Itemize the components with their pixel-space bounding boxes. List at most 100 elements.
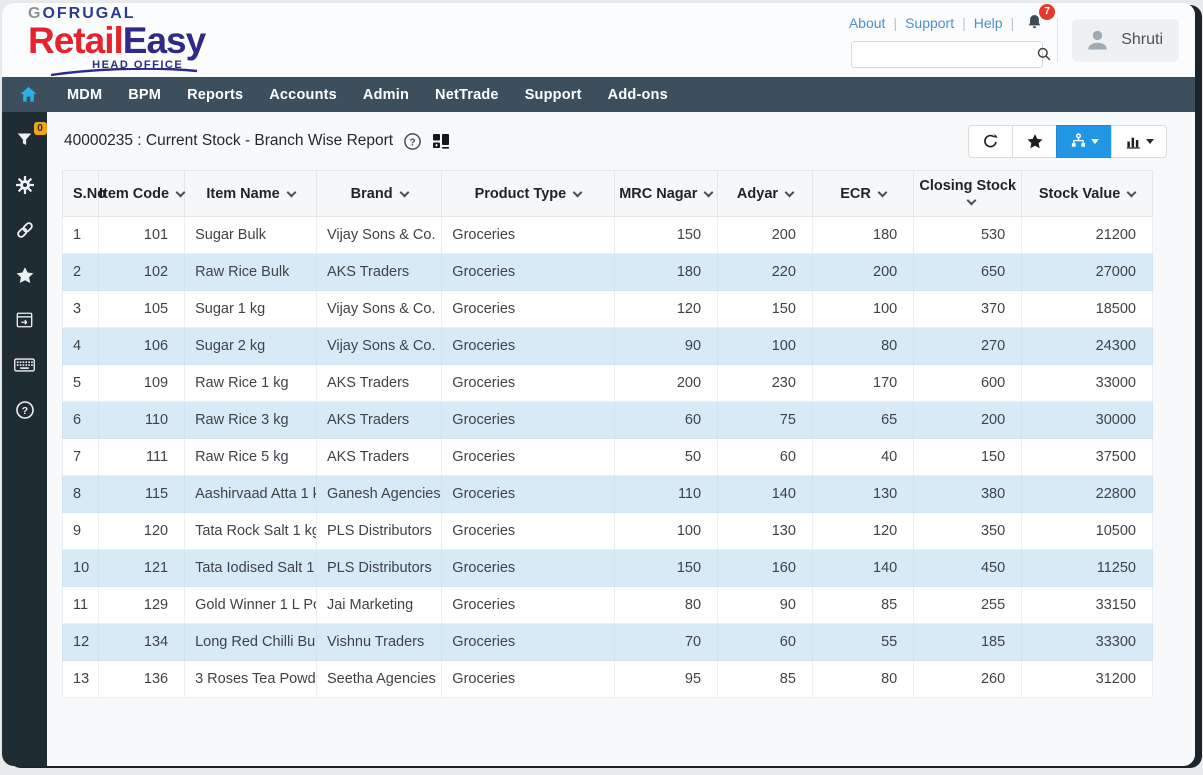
table-row[interactable]: 12134Long Red Chilli BulkVishnu TradersG… — [63, 624, 1153, 661]
cell-item-name: Raw Rice 5 kg — [185, 439, 317, 476]
report-help-button[interactable]: ? — [403, 132, 422, 151]
cell-s-no: 5 — [63, 365, 99, 402]
sidebar-window-export-button[interactable] — [12, 308, 38, 332]
table-row[interactable]: 5109Raw Rice 1 kgAKS TradersGroceries200… — [63, 365, 1153, 402]
table-row[interactable]: 131363 Roses Tea PowderSeetha AgenciesGr… — [63, 661, 1153, 698]
column-header-stock-value[interactable]: Stock Value — [1022, 171, 1153, 217]
cell-closing-stock: 380 — [914, 476, 1022, 513]
cell-ecr: 180 — [812, 217, 913, 254]
cell-ecr: 65 — [812, 402, 913, 439]
cell-s-no: 2 — [63, 254, 99, 291]
table-row[interactable]: 2102Raw Rice BulkAKS TradersGroceries180… — [63, 254, 1153, 291]
nav-item-admin[interactable]: Admin — [350, 77, 422, 112]
nav-item-accounts[interactable]: Accounts — [256, 77, 350, 112]
cell-closing-stock: 650 — [914, 254, 1022, 291]
sidebar-favorites-button[interactable] — [12, 263, 38, 287]
cell-item-code: 111 — [98, 439, 184, 476]
column-header-adyar[interactable]: Adyar — [718, 171, 813, 217]
column-header-brand[interactable]: Brand — [316, 171, 441, 217]
hierarchy-view-button[interactable] — [1056, 125, 1112, 158]
nav-home-button[interactable] — [2, 77, 54, 112]
column-header-mrc-nagar[interactable]: MRC Nagar — [614, 171, 718, 217]
cell-closing-stock: 270 — [914, 328, 1022, 365]
table-row[interactable]: 11129Gold Winner 1 L PouchJai MarketingG… — [63, 587, 1153, 624]
nav-item-support[interactable]: Support — [512, 77, 595, 112]
chart-caret-icon — [1146, 139, 1154, 144]
nav-item-reports[interactable]: Reports — [174, 77, 256, 112]
table-row[interactable]: 1101Sugar BulkVijay Sons & Co.Groceries1… — [63, 217, 1153, 254]
table-row[interactable]: 4106Sugar 2 kgVijay Sons & Co.Groceries9… — [63, 328, 1153, 365]
cell-brand: Vijay Sons & Co. — [316, 328, 441, 365]
nav-item-nettrade[interactable]: NetTrade — [422, 77, 512, 112]
cell-ecr: 85 — [812, 587, 913, 624]
column-header-item-code[interactable]: Item Code — [98, 171, 184, 217]
cell-stock-value: 33000 — [1022, 365, 1153, 402]
column-header-s-no: S.No — [63, 171, 99, 217]
table-row[interactable]: 10121Tata Iodised Salt 1 kgPLS Distribut… — [63, 550, 1153, 587]
sidebar-help-button[interactable]: ? — [12, 398, 38, 422]
link-help[interactable]: Help — [974, 15, 1003, 31]
help-icon: ? — [15, 400, 35, 420]
cell-adyar: 200 — [718, 217, 813, 254]
cell-brand: PLS Distributors — [316, 550, 441, 587]
cell-product-type: Groceries — [442, 328, 614, 365]
report-table: S.NoItem CodeItem NameBrand Product Type M… — [62, 170, 1153, 698]
cell-item-name: Raw Rice 1 kg — [185, 365, 317, 402]
cell-closing-stock: 600 — [914, 365, 1022, 402]
column-label: Product Type — [475, 186, 567, 202]
search-icon[interactable] — [1036, 46, 1052, 62]
cell-product-type: Groceries — [442, 439, 614, 476]
link-icon — [15, 220, 35, 240]
column-header-ecr[interactable]: ECR — [812, 171, 913, 217]
table-row[interactable]: 9120Tata Rock Salt 1 kgPLS DistributorsG… — [63, 513, 1153, 550]
hierarchy-caret-icon — [1091, 139, 1099, 144]
nav-item-bpm[interactable]: BPM — [115, 77, 174, 112]
cell-s-no: 13 — [63, 661, 99, 698]
cell-item-code: 102 — [98, 254, 184, 291]
cell-product-type: Groceries — [442, 402, 614, 439]
cell-stock-value: 27000 — [1022, 254, 1153, 291]
search-input[interactable] — [860, 47, 1036, 62]
refresh-button[interactable] — [968, 125, 1013, 158]
column-header-product-type[interactable]: Product Type — [442, 171, 614, 217]
notification-badge: 7 — [1039, 4, 1055, 20]
cell-s-no: 4 — [63, 328, 99, 365]
nav-item-mdm[interactable]: MDM — [54, 77, 115, 112]
brand-logo[interactable]: GOFRUGAL RetailEasy HEAD OFFICE — [28, 4, 205, 76]
report-layout-button[interactable] — [432, 132, 450, 150]
sidebar-link-button[interactable] — [12, 218, 38, 242]
chart-view-button[interactable] — [1111, 125, 1167, 158]
column-header-item-name[interactable]: Item Name — [185, 171, 317, 217]
cell-brand: Jai Marketing — [316, 587, 441, 624]
star-icon — [1026, 133, 1044, 150]
sidebar-filter-button[interactable]: 0 — [12, 128, 38, 152]
sort-chevron-icon — [877, 187, 887, 197]
user-menu[interactable]: Shruti — [1072, 19, 1179, 62]
cell-item-code: 136 — [98, 661, 184, 698]
sidebar-settings-button[interactable] — [12, 173, 38, 197]
cell-mrc-nagar: 150 — [614, 217, 718, 254]
column-header-closing-stock[interactable]: Closing Stock — [914, 171, 1022, 217]
notification-bell[interactable]: 7 — [1026, 13, 1043, 34]
link-support[interactable]: Support — [905, 15, 954, 31]
table-row[interactable]: 8115Aashirvaad Atta 1 kgGanesh AgenciesG… — [63, 476, 1153, 513]
nav-item-add-ons[interactable]: Add-ons — [595, 77, 681, 112]
nav-items: MDMBPMReportsAccountsAdminNetTradeSuppor… — [54, 77, 681, 112]
table-row[interactable]: 6110Raw Rice 3 kgAKS TradersGroceries607… — [63, 402, 1153, 439]
favorite-button[interactable] — [1012, 125, 1057, 158]
cell-stock-value: 24300 — [1022, 328, 1153, 365]
report-help-icon: ? — [403, 132, 422, 151]
table-row[interactable]: 7111Raw Rice 5 kgAKS TradersGroceries506… — [63, 439, 1153, 476]
table-body: 1101Sugar BulkVijay Sons & Co.Groceries1… — [63, 217, 1153, 698]
top-links: About|Support|Help| 7 — [849, 13, 1043, 34]
cell-closing-stock: 200 — [914, 402, 1022, 439]
cell-stock-value: 11250 — [1022, 550, 1153, 587]
left-sidebar: 0 ? — [2, 112, 47, 766]
table-row[interactable]: 3105Sugar 1 kgVijay Sons & Co.Groceries1… — [63, 291, 1153, 328]
cell-brand: Ganesh Agencies — [316, 476, 441, 513]
cell-adyar: 85 — [718, 661, 813, 698]
link-separator: | — [893, 15, 897, 31]
link-about[interactable]: About — [849, 15, 886, 31]
sidebar-keyboard-button[interactable] — [12, 353, 38, 377]
cell-item-name: Gold Winner 1 L Pouch — [185, 587, 317, 624]
